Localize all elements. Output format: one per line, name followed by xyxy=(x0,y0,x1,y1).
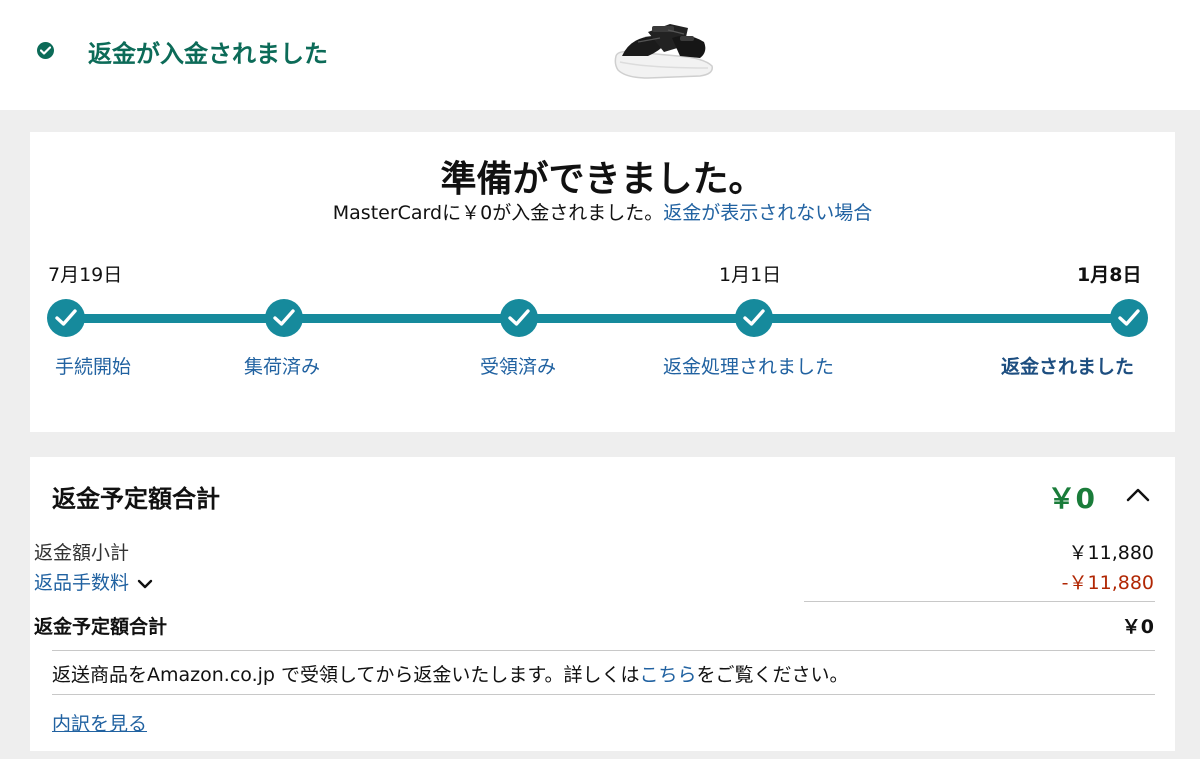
sandal-image[interactable] xyxy=(608,12,720,84)
step-2-check-icon xyxy=(265,299,303,337)
step-label-processed: 返金処理されました xyxy=(663,356,835,378)
chevron-down-icon[interactable] xyxy=(137,573,153,595)
refund-message: MasterCardに￥0が入金されました。 xyxy=(332,202,664,224)
refund-summary-card: 返金予定額合計 ￥0 返金額小計 ￥11,880 返品手数料 -￥11,880 … xyxy=(30,457,1175,751)
step-label-received: 受領済み xyxy=(480,356,557,378)
subtotal-divider xyxy=(804,601,1155,602)
refund-total-amount: ￥0 xyxy=(1047,482,1095,515)
refund-note-suffix: をご覧ください。 xyxy=(696,664,849,686)
refund-not-shown-link[interactable]: 返金が表示されない場合 xyxy=(663,202,872,224)
step-5-check-icon xyxy=(1110,299,1148,337)
refund-progress-card: 準備ができました。 MasterCardに￥0が入金されました。返金が表示されな… xyxy=(30,132,1175,432)
step-label-refunded: 返金されました xyxy=(1001,356,1135,378)
check-circle-icon xyxy=(37,42,54,59)
return-fee-label[interactable]: 返品手数料 xyxy=(34,572,129,594)
step-1-check-icon xyxy=(47,299,85,337)
chevron-up-icon[interactable] xyxy=(1123,483,1153,507)
subtotal-label: 返金額小計 xyxy=(34,542,130,564)
return-fee-row[interactable]: 返品手数料 xyxy=(34,568,153,595)
progress-message: MasterCardに￥0が入金されました。返金が表示されない場合 xyxy=(30,198,1175,225)
refund-note-text: 返送商品をAmazon.co.jp で受領してから返金いたします。詳しくは xyxy=(52,664,640,686)
return-fee-value: -￥11,880 xyxy=(1061,572,1154,594)
progress-track xyxy=(66,314,1128,323)
total-divider xyxy=(52,650,1155,651)
status-header: 返金が入金されました xyxy=(0,0,1200,110)
subtotal-value: ￥11,880 xyxy=(1068,542,1154,564)
total-value: ￥0 xyxy=(1121,616,1154,638)
note-divider xyxy=(52,694,1155,695)
total-label: 返金予定額合計 xyxy=(34,616,168,638)
step-4-check-icon xyxy=(735,299,773,337)
date-start: 7月19日 xyxy=(48,264,123,286)
refund-note: 返送商品をAmazon.co.jp で受領してから返金いたします。詳しくはこちら… xyxy=(52,660,849,687)
step-label-started: 手続開始 xyxy=(55,356,132,378)
refund-total-heading: 返金予定額合計 xyxy=(52,485,220,513)
progress-headline: 準備ができました。 xyxy=(440,159,765,200)
date-refunded: 1月8日 xyxy=(1077,264,1142,286)
status-title: 返金が入金されました xyxy=(88,40,328,68)
step-label-picked-up: 集荷済み xyxy=(244,356,321,378)
date-processed: 1月1日 xyxy=(719,264,782,286)
view-breakdown-link[interactable]: 内訳を見る xyxy=(52,709,147,736)
details-here-link[interactable]: こちら xyxy=(640,664,697,686)
step-3-check-icon xyxy=(500,299,538,337)
